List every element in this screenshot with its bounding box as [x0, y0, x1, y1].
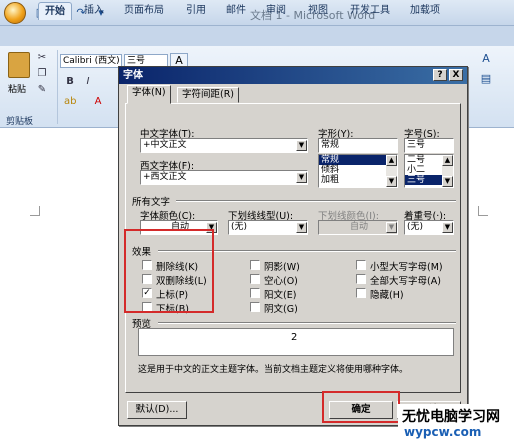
divider	[158, 322, 456, 324]
tab-view[interactable]: 视图	[302, 2, 334, 20]
bold-icon[interactable]: B	[64, 76, 76, 88]
scroll-down-icon[interactable]: ▼	[386, 176, 397, 187]
dialog-title: 字体	[123, 70, 143, 81]
ribbon-font-name[interactable]: Calibri (西文)	[60, 54, 122, 68]
western-font-dropdown-icon[interactable]: ▼	[296, 172, 307, 183]
all-caps-label[interactable]: 全部大写字母(A)	[370, 273, 441, 287]
effects-highlight-box	[124, 229, 214, 313]
default-button[interactable]: 默认(D)...	[127, 401, 187, 419]
office-button[interactable]	[4, 2, 26, 24]
margin-mark-left	[30, 206, 40, 216]
tab-review[interactable]: 审阅	[260, 2, 292, 20]
shadow-label[interactable]: 阴影(W)	[264, 259, 300, 273]
western-font-select[interactable]: +西文正文	[140, 170, 308, 185]
all-text-label: 所有文字	[132, 197, 171, 208]
style-scrollbar[interactable]: ▲ ▼	[386, 155, 397, 187]
outline-label[interactable]: 空心(O)	[264, 273, 298, 287]
highlight-icon[interactable]: ab	[64, 96, 76, 108]
underline-color-dropdown-icon: ▼	[386, 222, 397, 233]
format-painter-icon[interactable]: ✎	[36, 84, 48, 96]
preview-box: 2	[138, 328, 454, 356]
font-color-icon[interactable]: A	[92, 96, 104, 108]
paste-label[interactable]: 粘贴	[8, 82, 26, 95]
preview-description: 这是用于中文的正文主题字体。当前文档主题定义将使用哪种字体。	[138, 365, 409, 375]
margin-mark-right	[478, 206, 488, 216]
tab-font[interactable]: 字体(N)	[127, 85, 171, 104]
preview-text: 2	[291, 332, 298, 343]
tab-references[interactable]: 引用	[180, 2, 212, 20]
help-button[interactable]: ?	[433, 69, 447, 81]
outline-checkbox[interactable]	[250, 274, 260, 284]
italic-icon[interactable]: I	[82, 76, 94, 88]
watermark-site-name: 无忧电脑学习网	[402, 409, 500, 425]
small-caps-label[interactable]: 小型大写字母(M)	[370, 259, 443, 273]
cut-icon[interactable]: ✂	[36, 52, 48, 64]
copy-icon[interactable]: ❐	[36, 68, 48, 80]
tab-addins[interactable]: 加载项	[404, 2, 446, 20]
divider	[176, 200, 456, 202]
emboss-checkbox[interactable]	[250, 288, 260, 298]
dialog-title-bar: 字体	[119, 67, 467, 84]
hidden-label[interactable]: 隐藏(H)	[370, 287, 404, 301]
ok-highlight-box	[322, 391, 400, 423]
style-input[interactable]: 常规	[318, 138, 398, 153]
styles-icon[interactable]: A	[472, 52, 500, 66]
small-caps-checkbox[interactable]	[356, 260, 366, 270]
engrave-checkbox[interactable]	[250, 302, 260, 312]
clipboard-group-label: 剪贴板	[6, 117, 34, 127]
change-styles-icon[interactable]: ▤	[472, 72, 500, 86]
tab-developer[interactable]: 开发工具	[344, 2, 396, 20]
all-caps-checkbox[interactable]	[356, 274, 366, 284]
tab-mailings[interactable]: 邮件	[220, 2, 252, 20]
hidden-checkbox[interactable]	[356, 288, 366, 298]
emboss-label[interactable]: 阳文(E)	[264, 287, 296, 301]
tab-home[interactable]: 开始	[38, 2, 72, 20]
chinese-font-select[interactable]: +中文正文	[140, 138, 308, 153]
clipboard-group: 粘贴 ✂ ❐ ✎ 剪贴板	[2, 50, 58, 127]
size-scrollbar[interactable]: ▲ ▼	[442, 155, 453, 187]
underline-type-dropdown-icon[interactable]: ▼	[296, 222, 307, 233]
emphasis-dropdown-icon[interactable]: ▼	[442, 222, 453, 233]
shadow-checkbox[interactable]	[250, 260, 260, 270]
engrave-label[interactable]: 阴文(G)	[264, 301, 298, 315]
ribbon-tabs	[0, 26, 514, 46]
paste-icon[interactable]	[8, 52, 30, 78]
scroll-up-icon[interactable]: ▲	[442, 155, 453, 166]
watermark-url: wypcw.com	[404, 425, 482, 439]
size-input[interactable]: 三号	[404, 138, 454, 153]
tab-insert[interactable]: 插入	[78, 2, 110, 20]
scroll-down-icon[interactable]: ▼	[442, 176, 453, 187]
tab-character-spacing[interactable]: 字符间距(R)	[177, 87, 240, 103]
chinese-font-dropdown-icon[interactable]: ▼	[296, 140, 307, 151]
tab-page-layout[interactable]: 页面布局	[118, 2, 170, 20]
scroll-up-icon[interactable]: ▲	[386, 155, 397, 166]
close-button[interactable]: X	[449, 69, 463, 81]
